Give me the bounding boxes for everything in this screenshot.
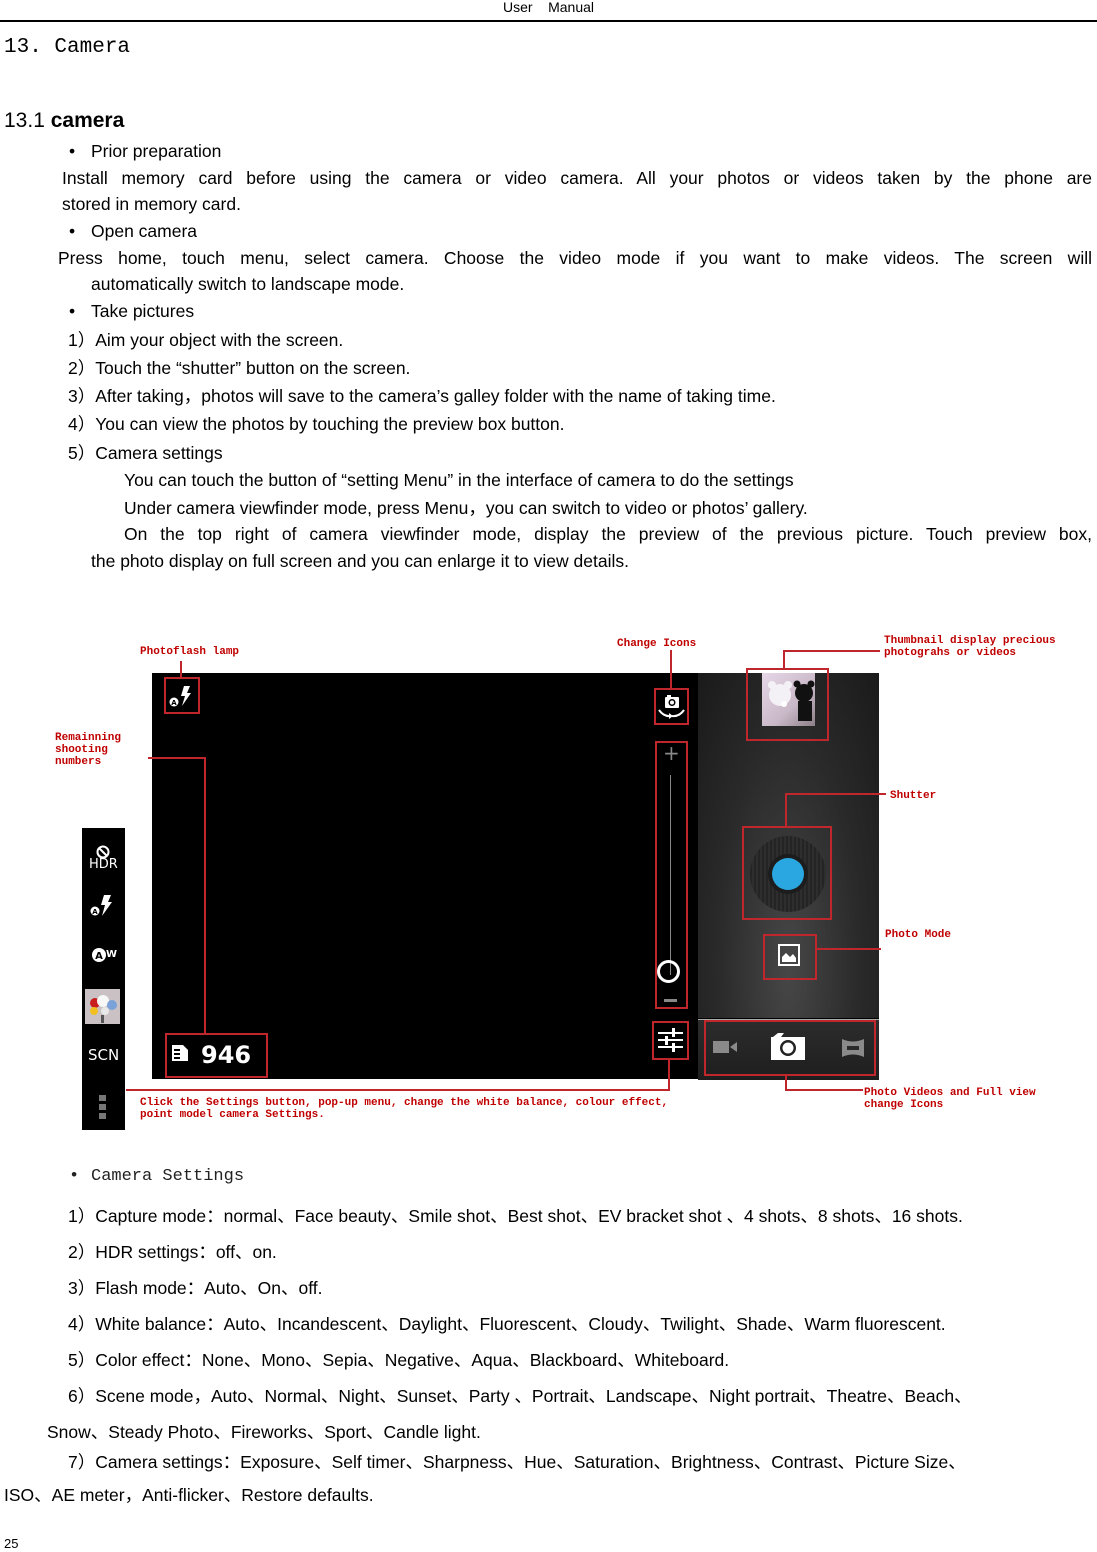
label-photo-mode: Photo Mode: [885, 929, 952, 941]
chapter-title: 13. Camera: [4, 36, 130, 59]
leader-line-change-icons: [670, 650, 672, 688]
last-photo-thumbnail[interactable]: [762, 673, 815, 726]
leader-line-mode-switch: [785, 1076, 787, 1090]
label-photoflash-lamp: Photoflash lamp: [140, 646, 240, 658]
leader-line-thumbnail: [783, 650, 880, 652]
camera-setting-item: Snow、Steady Photo、Fireworks、Sport、Candle…: [47, 1422, 481, 1442]
camera-setting-item: ISO、AE meter，Anti-flicker、Restore defaul…: [4, 1485, 374, 1505]
camera-setting-item: 7）Camera settings：Exposure、Self timer、Sh…: [68, 1452, 966, 1472]
leader-line-mode-switch: [785, 1089, 863, 1091]
take-pictures-step: 1）Aim your object with the screen.: [68, 330, 344, 350]
hdr-label[interactable]: HDR: [89, 857, 118, 872]
label-line: Thumbnail display precious: [884, 635, 1056, 647]
svg-text:A: A: [95, 951, 103, 962]
chapter-name: Camera: [54, 36, 131, 59]
settings-note: Under camera viewfinder mode, press Menu…: [124, 498, 808, 518]
panorama-mode-icon[interactable]: [841, 1037, 865, 1059]
shutter-icon[interactable]: [772, 858, 804, 890]
settings-note: On the top right of camera viewfinder mo…: [124, 524, 1092, 544]
leader-line-settings: [126, 1089, 670, 1091]
bullet-camera-settings: Camera Settings: [69, 1166, 244, 1188]
auto-white-balance-icon[interactable]: A: [91, 947, 107, 963]
zoom-slider-track[interactable]: [670, 775, 671, 975]
leader-line-settings: [668, 1060, 670, 1090]
remaining-shots-count: 946: [201, 1041, 252, 1069]
chapter-number: 13.: [4, 36, 42, 59]
section-name: camera: [50, 109, 125, 132]
label-line: shooting: [55, 744, 108, 756]
camera-quick-settings-sidebar: [82, 828, 125, 1130]
awb-label: W: [106, 949, 118, 960]
label-change-icons: Change Icons: [617, 638, 697, 650]
label-remaining-shots: Remainning shooting numbers: [55, 732, 121, 768]
label-line: change Icons: [864, 1099, 944, 1111]
take-pictures-step: 5）Camera settings: [68, 443, 223, 463]
zoom-slider-handle[interactable]: [657, 960, 680, 983]
bullet-prior-preparation: Prior preparation: [69, 140, 221, 162]
more-options-icon[interactable]: [99, 1095, 106, 1119]
camera-setting-item: 4）White balance：Auto、Incandescent、Daylig…: [68, 1314, 946, 1334]
zoom-in-icon[interactable]: +: [663, 741, 680, 765]
take-pictures-step: 2）Touch the “shutter” button on the scre…: [68, 358, 411, 378]
label-line: Remainning: [55, 732, 122, 744]
sd-card-icon: [170, 1043, 190, 1063]
leader-line-remaining: [204, 757, 206, 1033]
take-pictures-step: 4）You can view the photos by touching th…: [68, 414, 565, 434]
bullet-open-camera: Open camera: [69, 220, 197, 242]
prior-preparation-line2: stored in memory card.: [62, 194, 241, 214]
svg-text:A: A: [92, 908, 98, 916]
bullet-take-pictures: Take pictures: [69, 300, 194, 322]
label-line: point model camera Settings.: [140, 1109, 325, 1121]
label-line: numbers: [55, 756, 102, 768]
svg-text:A: A: [171, 699, 177, 707]
leader-line-remaining: [148, 757, 206, 759]
section-title: 13.1 camera: [4, 109, 124, 133]
camera-setting-item: 3）Flash mode：Auto、On、off.: [68, 1278, 323, 1298]
camera-setting-item: 6）Scene mode，Auto、Normal、Night、Sunset、Pa…: [68, 1386, 972, 1406]
leader-line-thumbnail: [783, 650, 785, 668]
switch-camera-icon[interactable]: [656, 692, 687, 722]
label-line: photograhs or videos: [884, 647, 1017, 659]
running-header: User Manual: [502, 0, 595, 15]
settings-note: the photo display on full screen and you…: [91, 551, 629, 571]
label-mode-switch: Photo Videos and Full view change Icons: [864, 1087, 1036, 1111]
scene-mode-button[interactable]: SCN: [88, 1046, 119, 1064]
camera-setting-item: 2）HDR settings：off、on.: [68, 1242, 277, 1262]
open-camera-line2: automatically switch to landscape mode.: [91, 274, 405, 294]
leader-line-flash: [180, 661, 182, 677]
video-mode-icon[interactable]: [712, 1038, 738, 1056]
settings-sliders-icon[interactable]: [657, 1026, 684, 1054]
label-shutter: Shutter: [890, 790, 937, 802]
section-number: 13.1: [4, 109, 45, 132]
leader-line-shutter: [785, 793, 886, 795]
camera-setting-item: 1）Capture mode：normal、Face beauty、Smile …: [68, 1206, 963, 1226]
label-line: Click the Settings button, pop-up menu, …: [140, 1097, 669, 1109]
color-effect-thumbnail[interactable]: [85, 989, 120, 1024]
page-number: 25: [4, 1536, 19, 1551]
photo-mode-icon[interactable]: [770, 1033, 806, 1061]
header-rule: [0, 20, 1097, 22]
leader-line-photo-mode: [817, 948, 881, 950]
zoom-out-icon[interactable]: [664, 999, 677, 1002]
gallery-mode-icon[interactable]: [778, 944, 800, 966]
prior-preparation-line1: Install memory card before using the cam…: [62, 168, 1092, 188]
label-thumbnail: Thumbnail display precious photograhs or…: [884, 635, 1056, 659]
flash-auto-icon[interactable]: A: [168, 683, 196, 709]
leader-line-shutter: [785, 793, 787, 826]
camera-setting-item: 5）Color effect：None、Mono、Sepia、Negative、…: [68, 1350, 730, 1370]
label-settings-button: Click the Settings button, pop-up menu, …: [140, 1097, 668, 1121]
open-camera-line1: Press home, touch menu, select camera. C…: [58, 248, 1092, 268]
take-pictures-step: 3）After taking，photos will save to the c…: [68, 386, 776, 406]
settings-note: You can touch the button of “setting Men…: [124, 470, 794, 490]
label-line: Photo Videos and Full view: [864, 1087, 1036, 1099]
sidebar-flash-icon[interactable]: A: [89, 893, 117, 919]
